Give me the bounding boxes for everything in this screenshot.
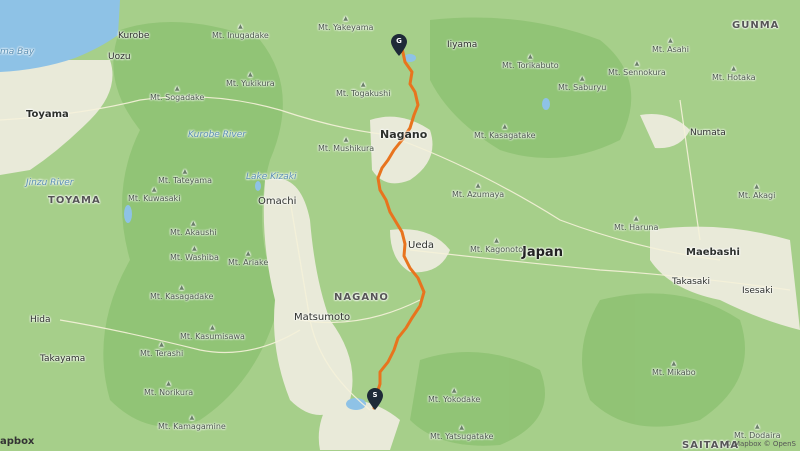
city-hida: Hida [30, 315, 51, 325]
peak-yakeyama: Mt. Yakeyama [318, 22, 373, 33]
city-nagano: Nagano [380, 128, 428, 141]
lake-kizaki-label: Lake Kizaki [246, 172, 297, 182]
city-toyama: Toyama [26, 109, 69, 120]
region-toyama-label: TOYAMA [48, 195, 101, 206]
peak-yokodake: Mt. Yokodake [428, 394, 480, 405]
city-omachi: Omachi [258, 196, 297, 207]
city-numata: Numata [690, 128, 726, 138]
peak-sogadake: Mt. Sogadake [150, 92, 204, 103]
region-gunma-label: GUNMA [732, 20, 780, 31]
start-marker-letter: S [372, 391, 378, 399]
peak-sennokura: Mt. Sennokura [608, 67, 666, 78]
region-nagano-label: NAGANO [334, 292, 389, 303]
peak-kuwasaki: Mt. Kuwasaki [128, 193, 180, 204]
peak-mikabo: Mt. Mikabo [652, 367, 696, 378]
map-canvas[interactable] [0, 0, 800, 450]
map-attribution[interactable]: © Mapbox © OpenS [725, 440, 796, 448]
peak-kagonoto: Mt. Kagonoto [470, 244, 523, 255]
city-iiyama: Iiyama [447, 40, 478, 50]
goal-marker[interactable]: G [391, 34, 407, 56]
peak-tateyama: Mt. Tateyama [158, 175, 212, 186]
city-uozu: Uozu [108, 52, 131, 62]
peak-kasumisawa: Mt. Kasumisawa [180, 331, 245, 342]
peak-yukikura: Mt. Yukikura [226, 78, 275, 89]
peak-hotaka: Mt. Hotaka [712, 72, 755, 83]
peak-kasagatake: Mt. Kasagatake [474, 130, 536, 141]
peak-akagi: Mt. Akagi [738, 190, 775, 201]
bay-label: ma Bay [0, 47, 35, 57]
peak-akaushi: Mt. Akaushi [170, 227, 217, 238]
peak-kasagadake: Mt. Kasagadake [150, 291, 213, 302]
peak-azumaya: Mt. Azumaya [452, 189, 504, 200]
city-takayama: Takayama [40, 354, 86, 364]
country-label: Japan [522, 245, 563, 260]
peak-norikura: Mt. Norikura [144, 387, 193, 398]
city-isesaki: Isesaki [742, 286, 773, 296]
peak-inugadake: Mt. Inugadake [212, 30, 269, 41]
start-marker[interactable]: S [367, 388, 383, 410]
jinzu-river-label: Jinzu River [26, 178, 74, 188]
city-ueda: Ueda [408, 240, 434, 251]
peak-torikabuto: Mt. Torikabuto [502, 60, 559, 71]
peak-haruna: Mt. Haruna [614, 222, 658, 233]
peak-mushikura: Mt. Mushikura [318, 143, 374, 154]
city-matsumoto: Matsumoto [294, 312, 351, 323]
peak-yatsugatake: Mt. Yatsugatake [430, 431, 493, 442]
city-maebashi: Maebashi [686, 247, 740, 258]
peak-washiba: Mt. Washiba [170, 252, 219, 263]
goal-marker-letter: G [396, 37, 402, 45]
peak-saburyu: Mt. Saburyu [558, 82, 606, 93]
kurobe-river-label: Kurobe River [188, 130, 246, 140]
peak-kamagamine: Mt. Kamagamine [158, 421, 226, 432]
city-takasaki: Takasaki [672, 277, 711, 287]
peak-terashi: Mt. Terashi [140, 348, 183, 359]
peak-asahi: Mt. Asahi [652, 44, 689, 55]
city-kurobe: Kurobe [118, 31, 150, 41]
mapbox-logo[interactable]: apbox [0, 436, 34, 447]
peak-ariake: Mt. Ariake [228, 257, 268, 268]
peak-togakushi: Mt. Togakushi [336, 88, 390, 99]
